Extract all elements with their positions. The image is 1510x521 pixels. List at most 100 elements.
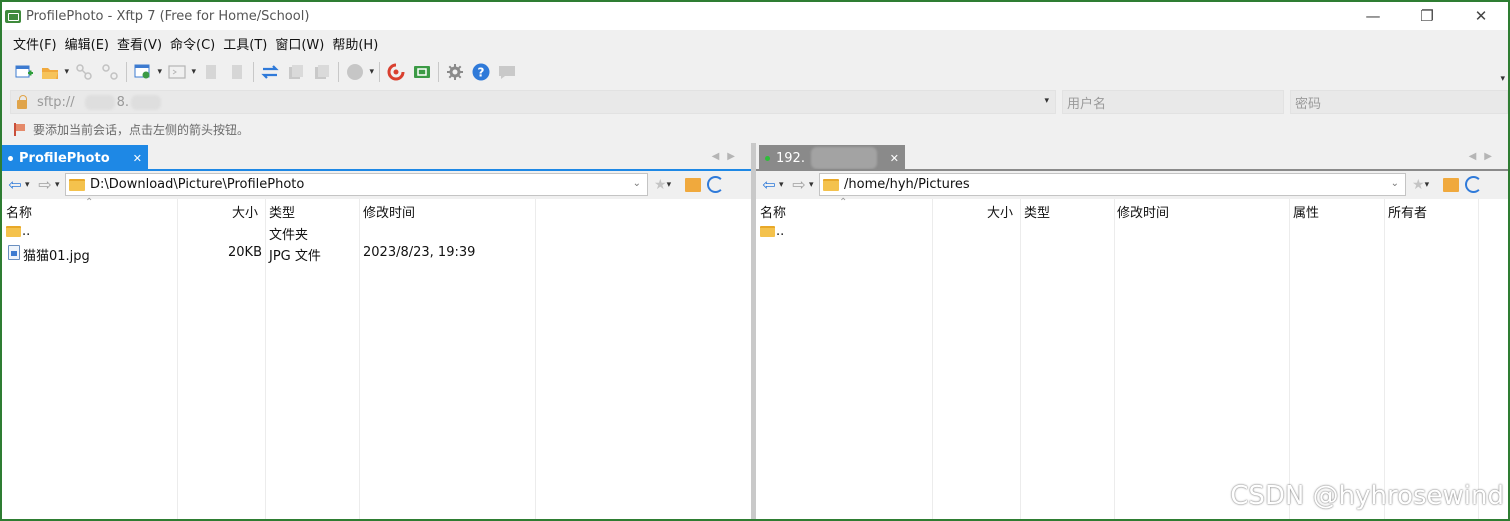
- column-header-type[interactable]: 类型: [269, 202, 295, 221]
- file-name[interactable]: ..: [776, 224, 784, 239]
- xshell-icon[interactable]: [386, 62, 406, 82]
- tab-remote-session[interactable]: 192. ✕: [759, 145, 905, 171]
- file-type: JPG 文件: [269, 249, 321, 264]
- favorite-star-icon[interactable]: ★: [654, 177, 667, 193]
- forward-dropdown-icon[interactable]: ▾: [55, 180, 65, 190]
- remote-path-value: /home/hyh/Pictures: [844, 177, 970, 192]
- home-folder-icon[interactable]: [1442, 177, 1459, 192]
- tab-label: 192.: [776, 150, 805, 166]
- open-folder-icon[interactable]: [40, 62, 69, 82]
- restore-button[interactable]: ❐: [1400, 2, 1454, 30]
- add-session-flag-icon[interactable]: [14, 123, 26, 136]
- column-divider: [265, 199, 266, 519]
- file-size: 20KB: [228, 245, 262, 260]
- username-field[interactable]: 用户名: [1062, 90, 1284, 114]
- column-header-attributes[interactable]: 属性: [1293, 202, 1319, 221]
- column-header-owner[interactable]: 所有者: [1388, 202, 1427, 221]
- connect-icon[interactable]: [74, 62, 94, 82]
- back-dropdown-icon[interactable]: ▾: [779, 180, 789, 190]
- new-session-icon[interactable]: [14, 62, 34, 82]
- column-header-size[interactable]: 大小: [987, 202, 1013, 221]
- forward-dropdown-icon[interactable]: ▾: [809, 180, 819, 190]
- path-dropdown-icon[interactable]: ⌄: [1391, 178, 1399, 189]
- copy-file-icon[interactable]: [201, 62, 221, 82]
- paste-file-icon[interactable]: [227, 62, 247, 82]
- back-arrow-icon[interactable]: ⇦: [5, 175, 25, 194]
- column-divider: [1020, 199, 1021, 519]
- column-divider: [932, 199, 933, 519]
- favorite-dropdown-icon[interactable]: ▾: [667, 180, 677, 190]
- tab-profilephoto[interactable]: ProfilePhoto ✕: [2, 145, 148, 171]
- column-divider: [1289, 199, 1290, 519]
- address-dropdown-icon[interactable]: ▾: [1044, 96, 1049, 106]
- menu-command[interactable]: 命令(C): [166, 34, 219, 53]
- session-hint-text: 要添加当前会话，点击左侧的箭头按钮。: [33, 123, 250, 137]
- connected-status-dot: [765, 155, 770, 161]
- back-dropdown-icon[interactable]: ▾: [25, 180, 35, 190]
- file-name[interactable]: ..: [22, 224, 30, 239]
- forward-arrow-icon[interactable]: ⇨: [35, 175, 55, 194]
- toolbar: ? ▾: [2, 56, 1508, 88]
- redacted-host: [131, 94, 162, 110]
- menu-view[interactable]: 查看(V): [113, 34, 166, 53]
- tab-close-icon[interactable]: ✕: [133, 152, 142, 165]
- column-header-size[interactable]: 大小: [232, 202, 258, 221]
- column-divider: [1384, 199, 1385, 519]
- tab-scroll-arrows-icon[interactable]: ◀▶: [1469, 151, 1500, 162]
- menu-bar: 文件(F) 编辑(E) 查看(V) 命令(C) 工具(T) 窗口(W) 帮助(H…: [2, 30, 1508, 56]
- column-header-type[interactable]: 类型: [1024, 202, 1050, 221]
- title-bar: ProfilePhoto - Xftp 7 (Free for Home/Sch…: [2, 2, 1508, 30]
- close-button[interactable]: ✕: [1454, 2, 1508, 30]
- toolbar-separator: [379, 62, 380, 82]
- terminal-icon[interactable]: [167, 62, 196, 82]
- column-header-name[interactable]: 名称: [6, 202, 32, 221]
- local-file-list: 名称 ⌃ 大小 类型 修改时间 .. 文件夹 猫猫01.jpg 20KB JPG…: [2, 197, 751, 519]
- host-address-value: sftp://: [37, 94, 75, 110]
- menu-tools[interactable]: 工具(T): [219, 34, 271, 53]
- local-pane: ProfilePhoto ✕ ◀▶ ⇦ ▾ ⇨ ▾ D:\Download\Pi…: [2, 143, 751, 519]
- menu-file[interactable]: 文件(F): [9, 34, 61, 53]
- sort-ascending-icon: ⌃: [839, 197, 848, 208]
- xftp-icon[interactable]: [412, 62, 432, 82]
- sort-ascending-icon: ⌃: [85, 197, 94, 208]
- chat-icon[interactable]: [497, 62, 517, 82]
- toolbar-overflow-icon[interactable]: ▾: [1500, 74, 1505, 84]
- help-icon[interactable]: ?: [471, 62, 491, 82]
- favorite-dropdown-icon[interactable]: ▾: [1425, 180, 1435, 190]
- queue-icon[interactable]: [286, 62, 306, 82]
- path-dropdown-icon[interactable]: ⌄: [633, 178, 641, 189]
- refresh-icon[interactable]: [706, 176, 724, 193]
- host-address-tail: 8.: [116, 94, 130, 110]
- file-type: 文件夹: [269, 228, 309, 243]
- home-folder-icon[interactable]: [684, 177, 701, 192]
- tab-close-icon[interactable]: ✕: [890, 152, 899, 165]
- column-header-modified[interactable]: 修改时间: [363, 202, 415, 221]
- log-icon[interactable]: [312, 62, 332, 82]
- menu-window[interactable]: 窗口(W): [271, 34, 328, 53]
- password-field[interactable]: 密码: [1290, 90, 1508, 114]
- refresh-icon[interactable]: [1464, 176, 1482, 193]
- column-header-name[interactable]: 名称: [760, 202, 786, 221]
- remote-path-input[interactable]: /home/hyh/Pictures ⌄: [819, 173, 1406, 196]
- remote-pane: 192. ✕ ◀▶ ⇦ ▾ ⇨ ▾ /home/hyh/Pictures ⌄ ★…: [756, 143, 1508, 519]
- disconnect-icon[interactable]: [100, 62, 120, 82]
- session-settings-icon[interactable]: [133, 62, 162, 82]
- options-gear-icon[interactable]: [445, 62, 465, 82]
- local-path-input[interactable]: D:\Download\Picture\ProfilePhoto ⌄: [65, 173, 648, 196]
- forward-arrow-icon[interactable]: ⇨: [789, 175, 809, 194]
- minimize-button[interactable]: —: [1346, 2, 1400, 30]
- sync-transfer-icon[interactable]: [260, 62, 280, 82]
- file-name[interactable]: 猫猫01.jpg: [23, 245, 90, 264]
- session-hint-bar: 要添加当前会话，点击左侧的箭头按钮。: [2, 116, 1508, 143]
- parent-folder-icon: [6, 226, 21, 237]
- tab-strip-underline: [2, 169, 751, 171]
- back-arrow-icon[interactable]: ⇦: [759, 175, 779, 194]
- favorite-star-icon[interactable]: ★: [1412, 177, 1425, 193]
- encoding-icon[interactable]: [345, 62, 374, 82]
- tab-scroll-arrows-icon[interactable]: ◀▶: [712, 151, 743, 162]
- menu-edit[interactable]: 编辑(E): [61, 34, 113, 53]
- menu-help[interactable]: 帮助(H): [328, 34, 382, 53]
- host-address-input[interactable]: sftp:// 8. ▾: [10, 90, 1056, 114]
- parent-folder-icon: [760, 226, 775, 237]
- column-header-modified[interactable]: 修改时间: [1117, 202, 1169, 221]
